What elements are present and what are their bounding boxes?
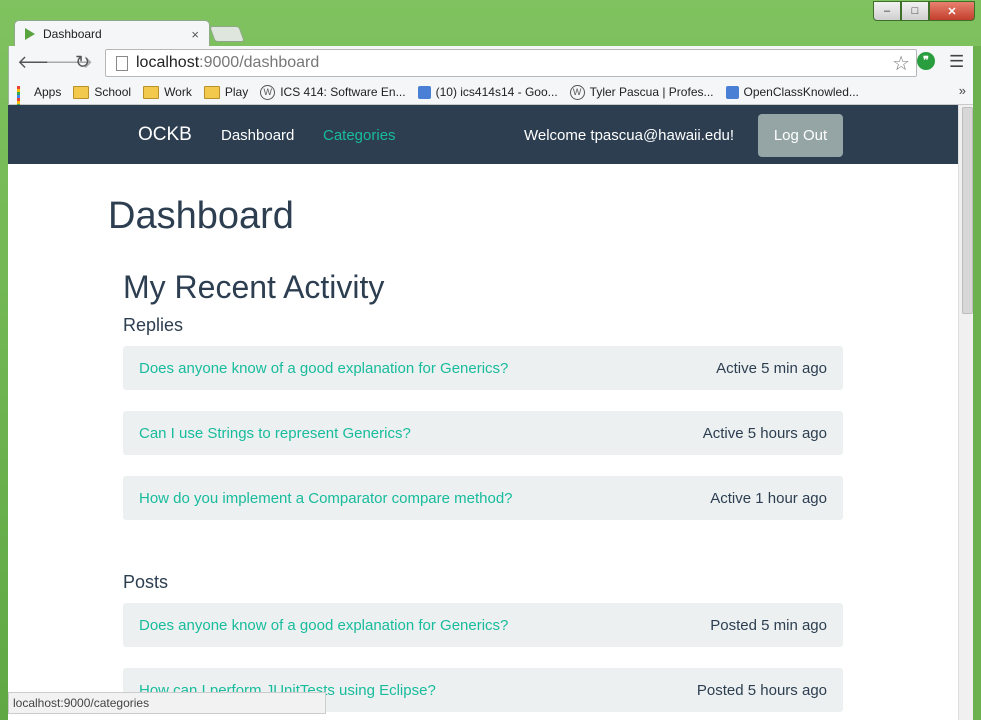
apps-grid-icon — [17, 86, 29, 113]
wordpress-icon: W — [569, 84, 585, 100]
post-activity: Posted 5 min ago — [710, 616, 827, 634]
folder-icon — [73, 85, 90, 99]
wordpress-icon: W — [260, 84, 276, 100]
bookmark-work[interactable]: Work — [143, 85, 192, 99]
browser-toolbar: 🡐 🡒 ↻ localhost:9000/dashboard ☆ ❞ ☰ — [8, 46, 975, 80]
nav-dashboard[interactable]: Dashboard — [221, 127, 294, 144]
new-tab-button[interactable] — [209, 26, 245, 42]
bookmark-apps[interactable]: Apps — [17, 85, 61, 113]
bookmark-school[interactable]: School — [73, 85, 131, 99]
close-window-icon[interactable]: ✕ — [929, 1, 975, 21]
menu-icon[interactable]: ☰ — [949, 52, 964, 72]
address-bar[interactable]: localhost:9000/dashboard ☆ — [105, 49, 917, 77]
browser-tab[interactable]: Dashboard × — [14, 20, 210, 47]
reload-icon[interactable]: ↻ — [75, 52, 90, 73]
status-bar: localhost:9000/categories — [8, 692, 326, 714]
play-favicon-icon — [25, 28, 35, 40]
reply-activity: Active 1 hour ago — [710, 489, 827, 507]
reply-row: How do you implement a Comparator compar… — [123, 476, 843, 520]
post-row: Does anyone know of a good explanation f… — [123, 603, 843, 647]
reply-question-link[interactable]: How do you implement a Comparator compar… — [139, 490, 513, 507]
posts-heading: Posts — [123, 572, 169, 592]
reply-row: Can I use Strings to represent Generics?… — [123, 411, 843, 455]
app-navbar: OCKB Dashboard Categories Welcome tpascu… — [8, 105, 958, 164]
tab-title: Dashboard — [43, 27, 102, 41]
minimize-icon[interactable]: – — [873, 1, 901, 21]
scrollbar-thumb[interactable] — [962, 107, 973, 314]
folder-icon — [143, 85, 160, 99]
logout-button[interactable]: Log Out — [758, 114, 843, 157]
brand-link[interactable]: OCKB — [138, 124, 192, 146]
folder-icon — [203, 85, 220, 99]
hangouts-icon[interactable]: ❞ — [917, 52, 935, 70]
classroom-icon — [417, 85, 431, 99]
window-border — [973, 46, 981, 720]
more-bookmarks-icon[interactable]: » — [959, 83, 966, 98]
bookmark-openclassknowledge[interactable]: OpenClassKnowled... — [725, 85, 859, 99]
section-title: My Recent Activity — [123, 269, 385, 305]
bookmark-ics414[interactable]: W ICS 414: Software En... — [260, 84, 406, 100]
tab-close-icon[interactable]: × — [191, 27, 199, 42]
page-icon — [116, 55, 128, 71]
reply-row: Does anyone know of a good explanation f… — [123, 346, 843, 390]
url-text: localhost:9000/dashboard — [136, 54, 320, 71]
bookmarks-bar: Apps School Work Play W ICS 414: Softwar… — [8, 80, 975, 113]
bookmark-tyler-pascua[interactable]: W Tyler Pascua | Profes... — [569, 84, 714, 100]
nav-categories[interactable]: Categories — [323, 127, 396, 144]
reply-question-link[interactable]: Can I use Strings to represent Generics? — [139, 425, 411, 442]
maximize-icon[interactable]: □ — [901, 1, 929, 21]
replies-heading: Replies — [123, 315, 184, 335]
post-activity: Posted 5 hours ago — [696, 681, 827, 699]
reply-activity: Active 5 hours ago — [702, 424, 827, 442]
welcome-text: Welcome tpascua@hawaii.edu! — [524, 127, 735, 144]
vertical-scrollbar[interactable] — [958, 105, 974, 720]
reply-activity: Active 5 min ago — [716, 359, 827, 377]
reply-question-link[interactable]: Does anyone know of a good explanation f… — [139, 360, 508, 377]
page-viewport: OCKB Dashboard Categories Welcome tpascu… — [8, 105, 958, 720]
classroom-icon — [725, 85, 739, 99]
bookmark-ics414s14[interactable]: (10) ics414s14 - Goo... — [417, 85, 558, 99]
page-title: Dashboard — [108, 195, 294, 237]
bookmark-star-icon[interactable]: ☆ — [892, 51, 910, 76]
bookmark-play[interactable]: Play — [203, 85, 248, 99]
post-question-link[interactable]: Does anyone know of a good explanation f… — [139, 617, 508, 634]
window-controls: – □ ✕ — [873, 1, 975, 21]
